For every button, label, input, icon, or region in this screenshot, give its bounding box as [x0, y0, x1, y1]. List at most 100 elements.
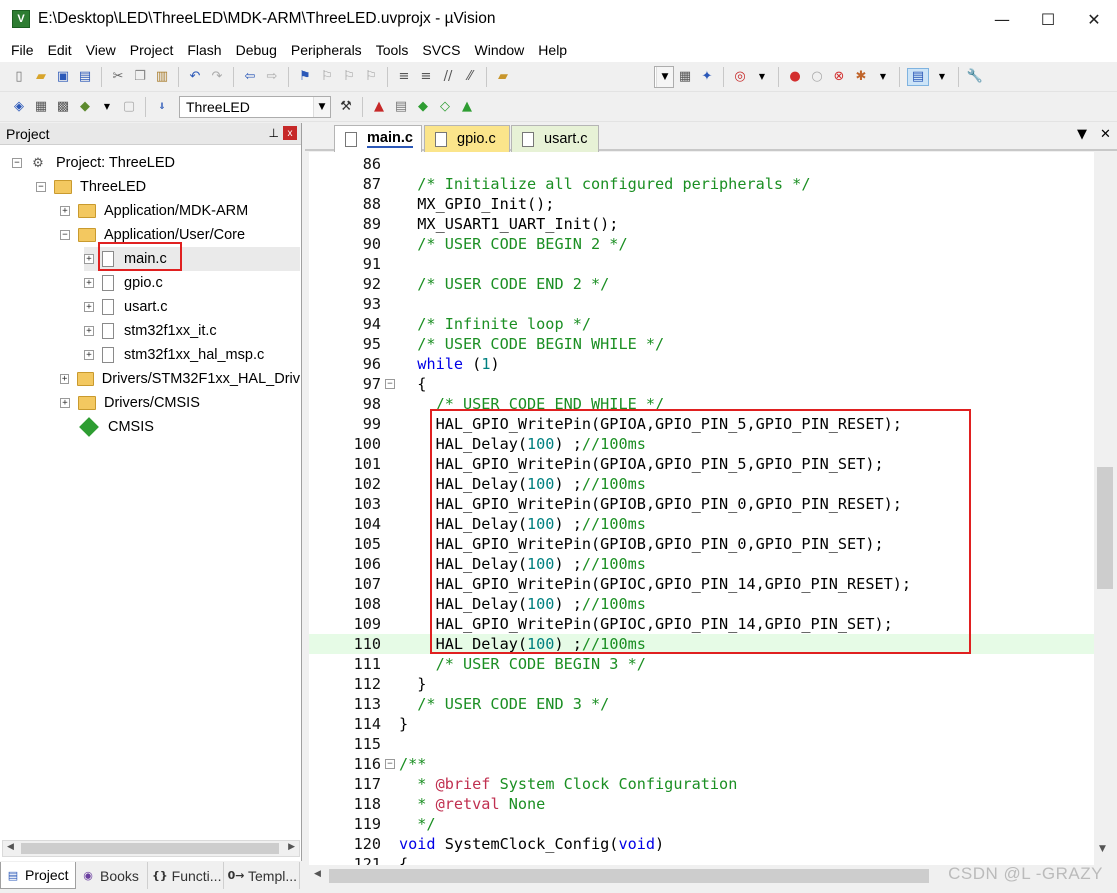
expand-icon[interactable]: +	[84, 302, 94, 312]
expand-icon[interactable]: +	[60, 206, 70, 216]
build-icon[interactable]: ▦	[32, 98, 50, 116]
debug-session-icon[interactable]: ◎	[731, 68, 749, 86]
rte-icon[interactable]: ▲	[458, 98, 476, 116]
menu-debug[interactable]: Debug	[229, 38, 284, 62]
uncomment-icon[interactable]: ⁄⁄	[461, 68, 479, 86]
tree-item-group[interactable]: + Drivers/CMSIS	[60, 391, 200, 415]
tree-item-file[interactable]: + usart.c	[84, 295, 168, 319]
chevron-down-icon[interactable]: ▼	[98, 98, 116, 116]
scroll-left-icon[interactable]: ◀	[7, 842, 14, 852]
tree-item-project[interactable]: − ⚙ Project: ThreeLED	[12, 151, 175, 175]
expand-icon[interactable]: +	[84, 326, 94, 336]
code-line[interactable]: 93	[309, 294, 1094, 314]
code-line[interactable]: 86	[309, 154, 1094, 174]
undo-icon[interactable]: ↶	[186, 68, 204, 86]
expand-icon[interactable]: +	[84, 350, 94, 360]
chevron-down-icon[interactable]: ▼	[874, 68, 892, 86]
tab-project[interactable]: ▤ Project	[0, 862, 76, 889]
download-load-icon[interactable]: ⇓	[153, 98, 171, 116]
navigate-back-icon[interactable]: ⇦	[241, 68, 259, 86]
kill-breakpoints-icon[interactable]: ✱	[852, 68, 870, 86]
scrollbar-thumb[interactable]	[21, 843, 279, 854]
menu-window[interactable]: Window	[468, 38, 532, 62]
save-icon[interactable]: ▣	[54, 68, 72, 86]
code-line[interactable]: 120 void SystemClock_Config(void)	[309, 834, 1094, 854]
project-horizontal-scrollbar[interactable]: ◀ ▶	[2, 840, 300, 857]
scrollbar-thumb[interactable]	[329, 869, 929, 883]
find-combo[interactable]: ▼	[654, 65, 674, 88]
scroll-down-icon[interactable]: ▼	[1099, 844, 1106, 854]
tree-item-file[interactable]: + stm32f1xx_it.c	[84, 319, 217, 343]
code-line[interactable]: 91	[309, 254, 1094, 274]
menu-project[interactable]: Project	[123, 38, 181, 62]
navigate-forward-icon[interactable]: ⇨	[263, 68, 281, 86]
tree-item-file[interactable]: + gpio.c	[84, 271, 163, 295]
code-line[interactable]: 90 /* USER CODE BEGIN 2 */	[309, 234, 1094, 254]
code-line[interactable]: 97− {	[309, 374, 1094, 394]
target-select[interactable]: ThreeLED ▼	[179, 95, 331, 118]
code-line[interactable]: 112 }	[309, 674, 1094, 694]
pin-icon[interactable]: ⊥	[269, 126, 279, 140]
select-packs-icon[interactable]: ▤	[392, 98, 410, 116]
menu-svcs[interactable]: SVCS	[415, 38, 467, 62]
code-line[interactable]: 92 /* USER CODE END 2 */	[309, 274, 1094, 294]
manage-project-items-icon[interactable]: ▲	[370, 98, 388, 116]
find-in-files-icon[interactable]: ▰	[494, 68, 512, 86]
close-tab-icon[interactable]: ✕	[1100, 127, 1111, 142]
chevron-down-icon[interactable]: ▼	[933, 68, 951, 86]
tree-item-group[interactable]: + Application/MDK-ARM	[60, 199, 248, 223]
translate-icon[interactable]: ◈	[10, 98, 28, 116]
menu-view[interactable]: View	[79, 38, 123, 62]
menu-flash[interactable]: Flash	[180, 38, 228, 62]
code-line[interactable]: 113 /* USER CODE END 3 */	[309, 694, 1094, 714]
pack-installer-icon[interactable]: ◇	[436, 98, 454, 116]
expand-icon[interactable]: +	[84, 254, 94, 264]
paste-icon[interactable]: ▥	[153, 68, 171, 86]
tab-list-dropdown-icon[interactable]: ▼	[1077, 127, 1087, 142]
code-line[interactable]: 89 MX_USART1_UART_Init();	[309, 214, 1094, 234]
fold-collapse-icon[interactable]: −	[385, 379, 395, 389]
tree-item-cmsis[interactable]: CMSIS	[78, 415, 154, 439]
window-layout-icon[interactable]: ▤	[907, 67, 929, 86]
code-line[interactable]: 118 * @retval None	[309, 794, 1094, 814]
indent-icon[interactable]: ≡	[395, 68, 413, 86]
clear-bookmarks-icon[interactable]: ⚐	[362, 68, 380, 86]
editor-vertical-scrollbar[interactable]: ▼	[1094, 152, 1117, 865]
incremental-find-icon[interactable]: ✦	[698, 68, 716, 86]
expand-icon[interactable]: +	[84, 278, 94, 288]
chevron-down-icon[interactable]: ▼	[753, 68, 771, 86]
tab-functions[interactable]: {} Functi...	[148, 862, 224, 889]
tab-main-c[interactable]: main.c	[334, 125, 422, 152]
stop-build-icon[interactable]: ▢	[120, 98, 138, 116]
menu-edit[interactable]: Edit	[41, 38, 79, 62]
scroll-left-icon[interactable]: ◀	[314, 869, 321, 879]
unindent-icon[interactable]: ≡	[417, 68, 435, 86]
tab-books[interactable]: ◉ Books	[76, 862, 148, 889]
rebuild-icon[interactable]: ▩	[54, 98, 72, 116]
code-line[interactable]: 96 while (1)	[309, 354, 1094, 374]
code-line[interactable]: 87 /* Initialize all configured peripher…	[309, 174, 1094, 194]
close-window-button[interactable]: ✕	[1071, 0, 1117, 38]
code-line[interactable]: 115	[309, 734, 1094, 754]
tab-gpio-c[interactable]: gpio.c	[424, 125, 510, 152]
expand-icon[interactable]: +	[60, 398, 70, 408]
menu-tools[interactable]: Tools	[369, 38, 416, 62]
code-line[interactable]: 119 */	[309, 814, 1094, 834]
open-folder-icon[interactable]: ▰	[32, 68, 50, 86]
code-line[interactable]: 95 /* USER CODE BEGIN WHILE */	[309, 334, 1094, 354]
scrollbar-thumb[interactable]	[1097, 467, 1113, 589]
maximize-button[interactable]: ☐	[1025, 0, 1071, 38]
code-line[interactable]: 88 MX_GPIO_Init();	[309, 194, 1094, 214]
code-editor[interactable]: 86 87 /* Initialize all configured periph…	[309, 152, 1094, 865]
collapse-icon[interactable]: −	[12, 158, 22, 168]
next-bookmark-icon[interactable]: ⚐	[340, 68, 358, 86]
menu-help[interactable]: Help	[531, 38, 574, 62]
menu-file[interactable]: File	[4, 38, 41, 62]
save-all-icon[interactable]: ▤	[76, 68, 94, 86]
expand-icon[interactable]: +	[60, 374, 70, 384]
tree-item-target[interactable]: − ThreeLED	[36, 175, 146, 199]
code-line[interactable]: 117 * @brief System Clock Configuration	[309, 774, 1094, 794]
fold-collapse-icon[interactable]: −	[385, 759, 395, 769]
tree-item-group[interactable]: + Drivers/STM32F1xx_HAL_Driv	[60, 367, 300, 391]
copy-icon[interactable]: ❐	[131, 68, 149, 86]
